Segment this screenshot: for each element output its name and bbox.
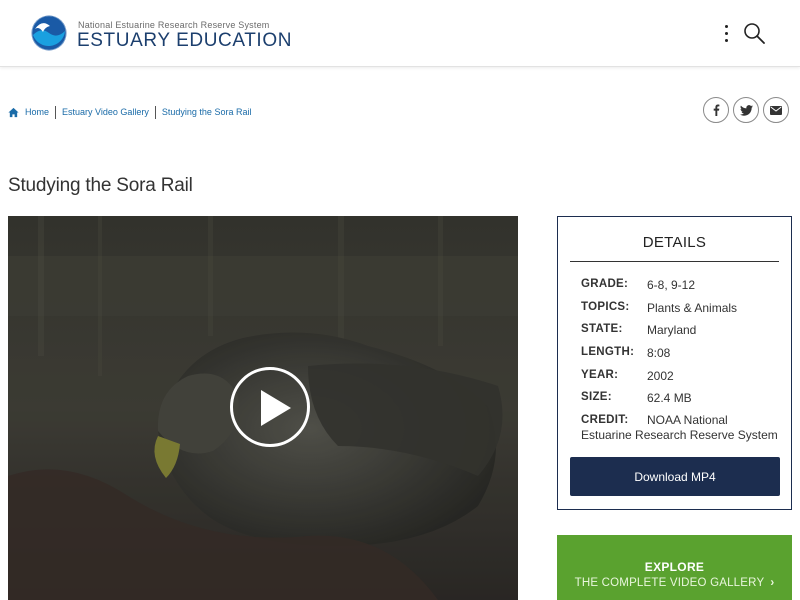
home-icon[interactable] xyxy=(8,107,19,118)
breadcrumb: Home Estuary Video Gallery Studying the … xyxy=(8,104,251,120)
detail-label: YEAR: xyxy=(581,369,619,381)
detail-value: 6-8, 9-12 xyxy=(647,278,696,292)
detail-row-credit: CREDIT: NOAA National Estuarine Research… xyxy=(581,413,781,443)
detail-value: Plants & Animals xyxy=(647,301,738,315)
twitter-icon xyxy=(739,104,753,116)
noaa-logo[interactable] xyxy=(31,15,67,51)
breadcrumb-divider xyxy=(55,105,57,119)
email-icon xyxy=(770,105,782,115)
breadcrumb-home[interactable]: Home xyxy=(25,107,49,117)
detail-label: CREDIT: xyxy=(581,414,629,426)
detail-label: GRADE: xyxy=(581,278,629,290)
breadcrumb-video-gallery[interactable]: Estuary Video Gallery xyxy=(62,107,149,117)
details-heading: DETAILS xyxy=(642,234,707,251)
more-menu-icon[interactable] xyxy=(719,22,733,46)
detail-value: 8:08 xyxy=(647,346,671,360)
share-buttons xyxy=(703,97,789,123)
detail-value: 2002 xyxy=(647,369,674,383)
search-icon[interactable] xyxy=(742,21,766,45)
video-player[interactable] xyxy=(8,216,518,600)
email-share-button[interactable] xyxy=(763,97,789,123)
detail-label: LENGTH: xyxy=(581,346,635,358)
details-divider xyxy=(570,261,779,262)
breadcrumb-divider xyxy=(154,105,156,119)
detail-label: STATE: xyxy=(581,323,623,335)
detail-label: SIZE: xyxy=(581,391,612,403)
play-button[interactable] xyxy=(230,367,310,447)
explore-label: EXPLORE xyxy=(644,560,705,574)
detail-label: TOPICS: xyxy=(581,301,630,313)
facebook-share-button[interactable] xyxy=(703,97,729,123)
explore-sublabel: THE COMPLETE VIDEO GALLERY › xyxy=(557,577,792,589)
site-title[interactable]: ESTUARY EDUCATION xyxy=(77,30,292,52)
details-panel: DETAILS GRADE: 6-8, 9-12 TOPICS: Plants … xyxy=(557,216,792,510)
chevron-right-icon: › xyxy=(770,577,775,589)
site-subtitle: National Estuarine Research Reserve Syst… xyxy=(78,20,270,30)
explore-video-gallery-button[interactable]: EXPLORE THE COMPLETE VIDEO GALLERY › xyxy=(557,535,792,600)
detail-value: Maryland xyxy=(647,323,697,337)
page-title: Studying the Sora Rail xyxy=(8,175,193,196)
breadcrumb-current[interactable]: Studying the Sora Rail xyxy=(162,107,252,117)
site-header: National Estuarine Research Reserve Syst… xyxy=(0,0,800,67)
download-mp4-button[interactable]: Download MP4 xyxy=(570,457,780,496)
facebook-icon xyxy=(713,104,720,116)
explore-sublabel-text: THE COMPLETE VIDEO GALLERY xyxy=(574,577,765,589)
detail-value: 62.4 MB xyxy=(647,391,692,405)
twitter-share-button[interactable] xyxy=(733,97,759,123)
